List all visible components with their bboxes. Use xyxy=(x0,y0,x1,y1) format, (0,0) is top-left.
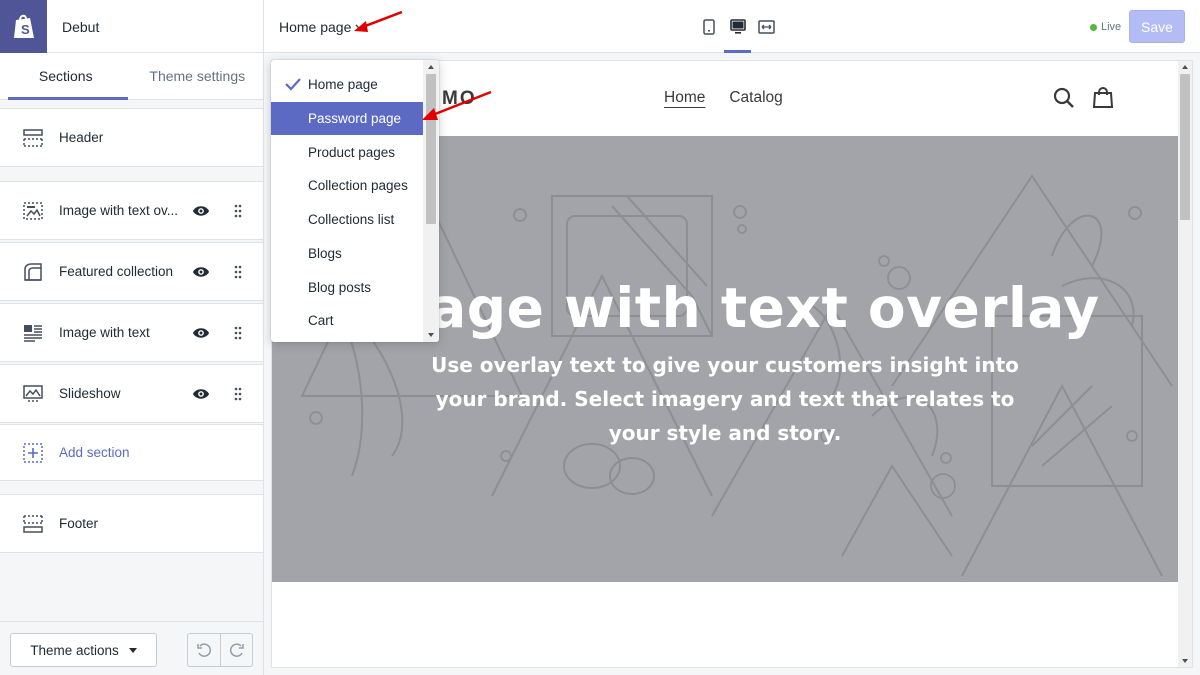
dropdown-item-collections-list[interactable]: Collections list xyxy=(271,203,423,236)
dropdown-item-label: Home page xyxy=(308,77,378,92)
drag-handle-icon[interactable] xyxy=(233,387,243,401)
chevron-down-icon xyxy=(355,24,365,31)
section-image-with-text[interactable]: Image with text xyxy=(0,303,263,362)
caret-down-icon xyxy=(128,647,137,653)
live-label: Live xyxy=(1101,21,1122,33)
store-nav: Home Catalog xyxy=(664,89,783,107)
theme-actions-label: Theme actions xyxy=(30,642,119,658)
sidebar-tabs: Sections Theme settings xyxy=(0,53,263,100)
dropdown-item-blogs[interactable]: Blogs xyxy=(271,237,423,270)
undo-icon xyxy=(197,643,212,657)
fullscreen-icon xyxy=(758,19,775,34)
dropdown-item-label: Password page xyxy=(308,111,402,126)
redo-button[interactable] xyxy=(220,634,252,666)
scroll-up-arrow-icon xyxy=(1182,65,1188,69)
tab-theme-settings[interactable]: Theme settings xyxy=(132,53,264,99)
device-fullscreen-button[interactable] xyxy=(752,0,781,53)
checkmark-icon xyxy=(285,78,301,91)
nav-home-link[interactable]: Home xyxy=(664,89,705,107)
preview-scroll-thumb[interactable] xyxy=(1180,74,1190,220)
theme-name: Debut xyxy=(62,19,100,35)
section-label: Image with text xyxy=(59,325,150,340)
add-section-button[interactable]: Add section xyxy=(0,424,263,481)
dropdown-scrollbar[interactable] xyxy=(423,60,439,342)
drag-handle-icon[interactable] xyxy=(233,326,243,340)
section-label: Slideshow xyxy=(59,386,121,401)
image-overlay-icon xyxy=(23,201,43,220)
eye-icon[interactable] xyxy=(192,202,210,220)
dropdown-item-label: Blogs xyxy=(308,246,342,261)
dropdown-item-product-pages[interactable]: Product pages xyxy=(271,136,423,169)
section-featured-collection[interactable]: Featured collection xyxy=(0,242,263,301)
scroll-up-arrow-icon xyxy=(428,65,434,69)
page-type-dropdown: Home page Password page Product pages Co… xyxy=(271,60,439,342)
redo-icon xyxy=(229,643,244,657)
dropdown-item-label: Collection pages xyxy=(308,178,408,193)
device-switcher xyxy=(694,0,781,53)
sidebar-footer-bar: Theme actions xyxy=(0,621,263,675)
dropdown-item-label: Collections list xyxy=(308,212,395,227)
theme-brand: S Debut xyxy=(0,0,264,53)
page-type-selector[interactable]: Home page xyxy=(279,19,365,35)
tab-sections[interactable]: Sections xyxy=(0,53,132,100)
store-logo[interactable]: MO xyxy=(442,88,477,110)
drag-handle-icon[interactable] xyxy=(233,204,243,218)
editor-topbar: Home page Live Save xyxy=(264,0,1200,53)
hero-subtitle: Use overlay text to give your customers … xyxy=(431,353,1019,445)
live-status: Live xyxy=(1090,21,1121,33)
section-header[interactable]: Header xyxy=(0,108,263,167)
section-image-with-text-overlay[interactable]: Image with text ov... xyxy=(0,181,263,240)
save-button[interactable]: Save xyxy=(1129,10,1185,43)
section-label: Featured collection xyxy=(59,264,174,279)
live-dot-icon xyxy=(1090,23,1097,31)
dropdown-item-label: Cart xyxy=(308,313,334,328)
dropdown-item-label: Product pages xyxy=(308,145,396,160)
shopify-bag-icon: S xyxy=(13,14,34,38)
undo-button[interactable] xyxy=(188,634,220,666)
section-footer[interactable]: Footer xyxy=(0,494,263,553)
dropdown-item-collection-pages[interactable]: Collection pages xyxy=(271,169,423,202)
dropdown-item-cart[interactable]: Cart xyxy=(271,304,423,337)
device-desktop-button[interactable] xyxy=(723,0,752,53)
nav-catalog-link[interactable]: Catalog xyxy=(729,89,782,107)
image-text-icon xyxy=(24,324,42,342)
cart-bag-icon[interactable] xyxy=(1091,86,1115,110)
dropdown-item-label: Blog posts xyxy=(308,280,372,295)
page-selector-label: Home page xyxy=(279,19,352,35)
section-label: Header xyxy=(59,130,104,145)
dropdown-item-password-page[interactable]: Password page xyxy=(271,102,423,135)
device-mobile-button[interactable] xyxy=(694,0,723,53)
section-slideshow[interactable]: Slideshow xyxy=(0,364,263,423)
scroll-down-arrow-icon xyxy=(428,333,434,337)
shopify-logo[interactable]: S xyxy=(0,0,47,53)
dropdown-scroll-thumb[interactable] xyxy=(426,74,436,224)
dropdown-item-home-page[interactable]: Home page xyxy=(271,68,423,101)
footer-icon xyxy=(23,514,43,533)
scroll-down-arrow-icon xyxy=(1182,659,1188,663)
section-label: Image with text ov... xyxy=(59,203,179,218)
header-icon xyxy=(23,128,43,147)
add-section-icon xyxy=(23,442,43,463)
sections-sidebar: Sections Theme settings Header Image wit… xyxy=(0,53,264,675)
eye-icon[interactable] xyxy=(192,324,210,342)
svg-text:S: S xyxy=(21,22,30,37)
section-label: Add section xyxy=(59,445,130,460)
theme-actions-button[interactable]: Theme actions xyxy=(10,633,157,667)
eye-icon[interactable] xyxy=(192,385,210,403)
drag-handle-icon[interactable] xyxy=(233,265,243,279)
collection-icon xyxy=(24,262,42,281)
eye-icon[interactable] xyxy=(192,263,210,281)
dropdown-item-blog-posts[interactable]: Blog posts xyxy=(271,271,423,304)
section-label: Footer xyxy=(59,516,99,531)
search-icon[interactable] xyxy=(1052,86,1076,110)
desktop-icon xyxy=(729,18,746,34)
preview-scrollbar[interactable] xyxy=(1178,61,1192,667)
slideshow-icon xyxy=(23,384,43,402)
mobile-icon xyxy=(702,18,715,35)
undo-redo-group xyxy=(187,633,253,667)
